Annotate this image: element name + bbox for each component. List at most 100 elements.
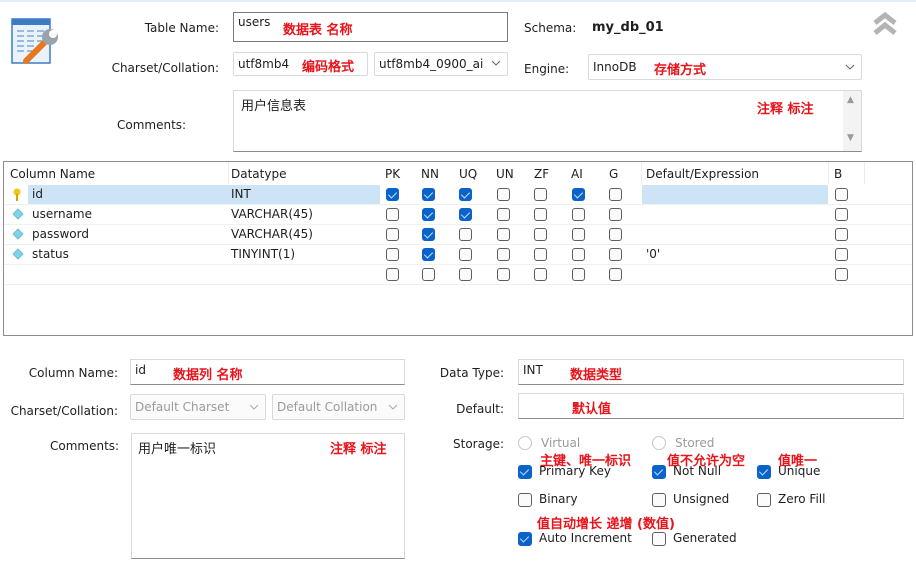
cell-un-checkbox[interactable] (497, 228, 510, 241)
cell-ai-checkbox[interactable] (572, 268, 585, 281)
col-header-nn[interactable]: NN (421, 167, 439, 181)
cell-ai-checkbox[interactable] (572, 208, 585, 221)
scroll-down-icon[interactable]: ▼ (847, 133, 854, 143)
col-header-b[interactable]: B (834, 167, 842, 181)
cell-column-name[interactable]: id (32, 187, 43, 201)
cell-pk-checkbox[interactable] (386, 188, 399, 201)
cell-ai-checkbox[interactable] (572, 248, 585, 261)
cell-b-checkbox[interactable] (835, 188, 848, 201)
col-header-zf[interactable]: ZF (534, 167, 549, 181)
cell-ai-checkbox[interactable] (572, 188, 585, 201)
cell-g-checkbox[interactable] (609, 188, 622, 201)
cell-pk-checkbox[interactable] (386, 208, 399, 221)
table-row[interactable]: password VARCHAR(45) (4, 225, 912, 245)
cell-datatype[interactable]: TINYINT(1) (231, 247, 295, 261)
unsigned-checkbox[interactable] (652, 493, 666, 507)
scroll-up-icon[interactable]: ▲ (847, 95, 854, 105)
cell-uq-checkbox[interactable] (459, 228, 472, 241)
storage-stored-radio[interactable] (652, 436, 666, 450)
generated-checkbox[interactable] (652, 532, 666, 546)
cell-zf-checkbox[interactable] (534, 208, 547, 221)
cell-pk-checkbox[interactable] (386, 268, 399, 281)
table-name-input[interactable]: users (233, 12, 508, 42)
comments-annotation: 注释 标注 (757, 102, 814, 117)
cell-uq-checkbox[interactable] (459, 268, 472, 281)
col-header-uq[interactable]: UQ (459, 167, 477, 181)
cell-b-checkbox[interactable] (835, 268, 848, 281)
cell-nn-checkbox[interactable] (422, 248, 435, 261)
columns-grid[interactable]: Column Name Datatype PK NN UQ UN ZF AI G… (3, 161, 913, 336)
cell-pk-checkbox[interactable] (386, 228, 399, 241)
cell-datatype[interactable]: VARCHAR(45) (231, 207, 313, 221)
cell-uq-checkbox[interactable] (459, 208, 472, 221)
collation-select[interactable]: utf8mb4_0900_ai (374, 52, 508, 76)
cell-zf-checkbox[interactable] (534, 268, 547, 281)
cell-un-checkbox[interactable] (497, 208, 510, 221)
cell-g-checkbox[interactable] (609, 248, 622, 261)
table-edit-icon (10, 16, 62, 68)
charset-value: utf8mb4 (238, 57, 290, 71)
default-annotation: 默认值 (572, 402, 612, 417)
cell-b-checkbox[interactable] (835, 208, 848, 221)
col-header-un[interactable]: UN (496, 167, 514, 181)
engine-select[interactable]: InnoDB (588, 54, 862, 80)
chevron-down-icon (249, 404, 259, 410)
cell-nn-checkbox[interactable] (422, 268, 435, 281)
column-diamond-icon (12, 228, 24, 243)
cell-b-checkbox[interactable] (835, 248, 848, 261)
col-header-g[interactable]: G (609, 167, 618, 181)
chevron-down-icon (491, 60, 501, 66)
primary-key-checkbox[interactable] (518, 465, 532, 479)
auto-increment-checkbox[interactable] (518, 532, 532, 546)
engine-value: InnoDB (593, 60, 637, 74)
cell-un-checkbox[interactable] (497, 268, 510, 281)
cell-ai-checkbox[interactable] (572, 228, 585, 241)
column-name-label: Column Name: (28, 366, 118, 380)
table-row[interactable]: status TINYINT(1) '0' (4, 245, 912, 265)
cell-datatype[interactable]: INT (231, 187, 251, 201)
col-header-default[interactable]: Default/Expression (646, 167, 759, 181)
cell-column-name[interactable]: password (32, 227, 89, 241)
primary-key-label: Primary Key (539, 464, 611, 478)
cell-pk-checkbox[interactable] (386, 248, 399, 261)
col-header-name[interactable]: Column Name (10, 167, 95, 181)
cell-datatype[interactable]: VARCHAR(45) (231, 227, 313, 241)
column-charset-select[interactable]: Default Charset (130, 394, 266, 420)
collapse-button[interactable] (872, 11, 898, 36)
data-type-label: Data Type: (439, 366, 504, 380)
table-row[interactable] (4, 265, 912, 285)
cell-zf-checkbox[interactable] (534, 188, 547, 201)
cell-un-checkbox[interactable] (497, 188, 510, 201)
cell-nn-checkbox[interactable] (422, 188, 435, 201)
col-header-pk[interactable]: PK (385, 167, 400, 181)
cell-zf-checkbox[interactable] (534, 228, 547, 241)
zero-fill-checkbox[interactable] (757, 493, 771, 507)
cell-zf-checkbox[interactable] (534, 248, 547, 261)
col-header-ai[interactable]: AI (571, 167, 583, 181)
data-type-annotation: 数据类型 (570, 368, 623, 383)
cell-g-checkbox[interactable] (609, 228, 622, 241)
cell-nn-checkbox[interactable] (422, 208, 435, 221)
cell-column-name[interactable]: status (32, 247, 69, 261)
cell-g-checkbox[interactable] (609, 268, 622, 281)
collation-value: utf8mb4_0900_ai (379, 57, 484, 71)
cell-nn-checkbox[interactable] (422, 228, 435, 241)
cell-b-checkbox[interactable] (835, 228, 848, 241)
table-row[interactable]: id INT (4, 185, 912, 205)
column-name-input[interactable]: id (130, 359, 405, 385)
cell-un-checkbox[interactable] (497, 248, 510, 261)
cell-default[interactable]: '0' (646, 247, 660, 261)
unique-checkbox[interactable] (757, 465, 771, 479)
col-header-datatype[interactable]: Datatype (231, 167, 286, 181)
comments-scrollbar[interactable]: ▲ ▼ (843, 91, 861, 151)
not-null-checkbox[interactable] (652, 465, 666, 479)
cell-g-checkbox[interactable] (609, 208, 622, 221)
column-collation-select[interactable]: Default Collation (272, 394, 405, 420)
column-charset-value: Default Charset (135, 400, 230, 414)
table-row[interactable]: username VARCHAR(45) (4, 205, 912, 225)
binary-checkbox[interactable] (518, 493, 532, 507)
storage-virtual-radio[interactable] (518, 436, 532, 450)
cell-uq-checkbox[interactable] (459, 188, 472, 201)
cell-column-name[interactable]: username (32, 207, 92, 221)
cell-uq-checkbox[interactable] (459, 248, 472, 261)
